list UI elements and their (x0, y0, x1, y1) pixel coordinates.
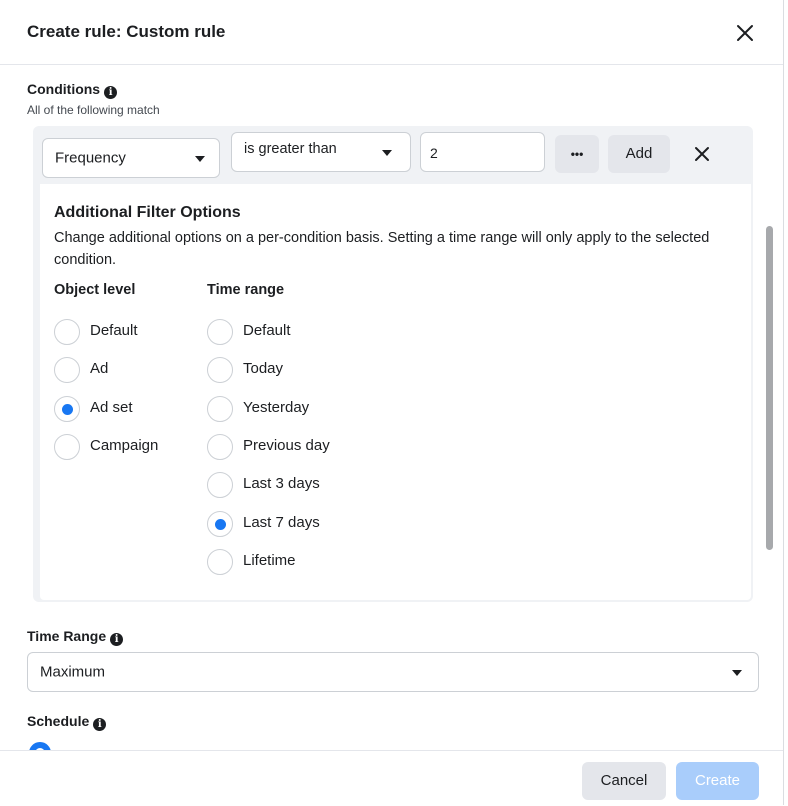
radio-label: Default (243, 322, 291, 339)
scrollbar-thumb[interactable] (766, 226, 773, 550)
radio-label: Previous day (243, 437, 330, 454)
radio-button[interactable] (54, 357, 80, 383)
time-range-heading: Time range (207, 282, 285, 298)
schedule-heading: Schedule i (27, 713, 107, 731)
conditions-title: Conditions (27, 81, 101, 97)
time-range-section-heading: Time Range i (27, 628, 124, 646)
radio-label: Today (243, 360, 284, 377)
info-icon[interactable]: i (110, 633, 124, 646)
cancel-button[interactable]: Cancel (582, 762, 666, 800)
radio-button[interactable] (207, 319, 233, 345)
time-range-select[interactable]: Maximum (27, 652, 759, 692)
value-input-text: 2 (430, 145, 438, 161)
metric-select-value: Frequency (55, 149, 126, 167)
radio-button[interactable] (54, 319, 80, 345)
schedule-title: Schedule (27, 713, 90, 729)
radio-label: Ad (90, 360, 109, 377)
conditions-subtitle: All of the following match (27, 103, 160, 117)
add-button-label: Add (625, 145, 653, 162)
radio-label: Campaign (90, 437, 159, 454)
caret-down-icon (195, 156, 205, 162)
radio-label: Ad set (90, 399, 133, 416)
radio-button[interactable] (54, 434, 80, 460)
dialog-title: Create rule: Custom rule (27, 22, 226, 41)
more-options-button[interactable]: ••• (555, 135, 599, 173)
filter-description: Change additional options on a per-condi… (54, 230, 710, 268)
filter-title: Additional Filter Options (54, 204, 241, 221)
object-level-heading: Object level (54, 282, 136, 298)
create-rule-dialog: Create rule: Custom rule Conditions i All… (0, 0, 784, 806)
create-button[interactable]: Create (676, 762, 759, 800)
caret-down-icon (382, 150, 392, 156)
radio-button[interactable] (207, 549, 233, 575)
info-icon[interactable]: i (93, 718, 107, 731)
dialog-header: Create rule: Custom rule (0, 0, 783, 65)
radio-label: Yesterday (243, 399, 310, 416)
radio-button[interactable] (207, 396, 233, 422)
value-input[interactable]: 2 (420, 132, 545, 172)
radio-label: Last 3 days (243, 475, 320, 492)
operator-select[interactable]: is greater than (231, 132, 411, 172)
time-range-section-title: Time Range (27, 628, 107, 644)
radio-button[interactable] (207, 472, 233, 498)
radio-label: Lifetime (243, 552, 296, 569)
operator-select-value: is greater than (244, 141, 337, 157)
radio-label: Last 7 days (243, 514, 320, 531)
more-icon: ••• (570, 147, 584, 161)
radio-label: Default (90, 322, 138, 339)
conditions-heading: Conditions i (27, 81, 118, 99)
remove-condition-icon[interactable] (692, 144, 712, 164)
radio-button[interactable] (207, 357, 233, 383)
radio-button-checked[interactable] (207, 511, 233, 537)
radio-button-checked[interactable] (54, 396, 80, 422)
caret-down-icon (732, 670, 742, 676)
info-icon[interactable]: i (104, 86, 118, 99)
radio-button[interactable] (207, 434, 233, 460)
close-icon[interactable] (733, 21, 757, 45)
add-condition-button[interactable]: Add (608, 135, 670, 173)
metric-select[interactable]: Frequency (42, 138, 220, 178)
time-range-select-value: Maximum (40, 663, 106, 681)
